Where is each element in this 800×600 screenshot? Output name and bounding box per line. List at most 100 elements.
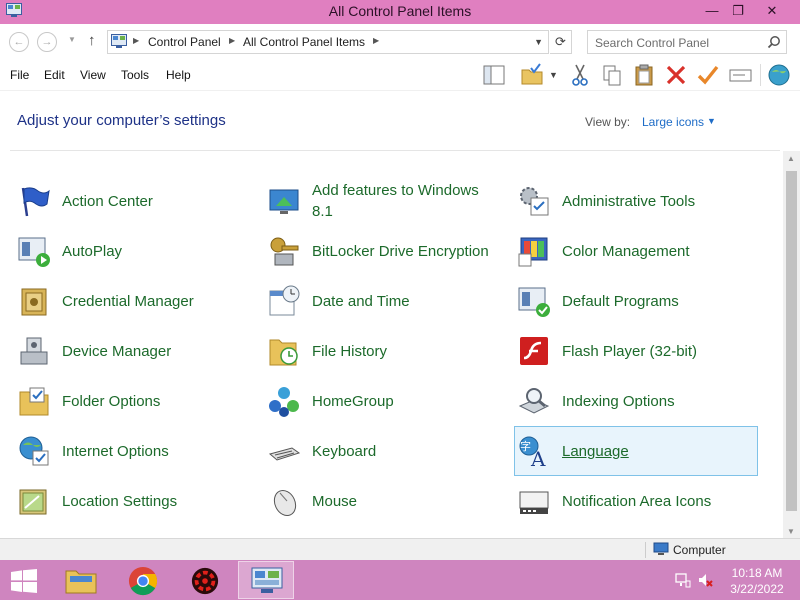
item-mouse[interactable]: Mouse [267, 479, 507, 523]
copy-icon[interactable] [599, 62, 625, 88]
taskbar-file-explorer[interactable] [53, 561, 109, 599]
item-date-and-time[interactable]: Date and Time [267, 279, 507, 323]
item-credential-manager[interactable]: Credential Manager [17, 279, 257, 323]
item-label: Credential Manager [62, 293, 194, 310]
breadcrumb-separator[interactable]: ▶ [373, 36, 379, 45]
item-flash-player[interactable]: Flash Player (32-bit) [517, 329, 757, 373]
item-internet-options[interactable]: Internet Options [17, 429, 257, 473]
notification-icon [519, 491, 549, 514]
item-label: Mouse [312, 493, 358, 510]
item-label: Indexing Options [562, 393, 675, 410]
folder-check-icon[interactable] [519, 62, 545, 88]
back-button[interactable]: ← [9, 32, 29, 52]
red-app-icon [191, 567, 219, 595]
item-label: Default Programs [562, 293, 679, 310]
search-box[interactable]: Search Control Panel [587, 30, 787, 54]
maximize-button[interactable]: ❐ [726, 2, 750, 20]
volume-muted-icon[interactable] [697, 572, 713, 588]
breadcrumb-control-panel[interactable]: Control Panel [148, 35, 221, 49]
item-label: HomeGroup [312, 393, 394, 410]
forward-button[interactable]: → [37, 32, 57, 52]
address-history-dropdown[interactable]: ▼ [534, 37, 543, 47]
chevron-down-icon[interactable]: ▼ [707, 116, 716, 126]
item-label: Flash Player (32-bit) [562, 343, 698, 360]
item-bitlocker[interactable]: BitLocker Drive Encryption [267, 229, 507, 273]
item-administrative-tools[interactable]: Administrative Tools [517, 179, 757, 223]
cut-icon[interactable] [567, 62, 593, 88]
item-color-management[interactable]: Color Management [517, 229, 757, 273]
flash-player-icon [520, 337, 548, 365]
search-icon[interactable] [767, 35, 781, 49]
refresh-button[interactable]: ⟳ [550, 30, 572, 54]
item-file-history[interactable]: File History [267, 329, 507, 373]
page-title: Adjust your computer’s settings [17, 112, 226, 129]
windows-start-icon[interactable] [10, 569, 38, 593]
taskbar-red-app[interactable] [177, 561, 233, 599]
menu-edit[interactable]: Edit [44, 68, 65, 82]
folder-options-icon [19, 387, 49, 416]
item-notification-area-icons[interactable]: Notification Area Icons [517, 479, 757, 523]
layout-pane-icon[interactable] [481, 62, 507, 88]
window-title: All Control Panel Items [328, 3, 472, 19]
item-label: Date and Time [312, 293, 410, 310]
keyboard-icon [268, 447, 301, 461]
title-bar: All Control Panel Items — ❐ ✕ [0, 0, 800, 24]
menu-tools[interactable]: Tools [121, 68, 149, 82]
menu-file[interactable]: File [10, 68, 29, 82]
language-icon: A 字 [519, 436, 546, 468]
item-device-manager[interactable]: Device Manager [17, 329, 257, 373]
item-language[interactable]: A 字 Language [514, 426, 758, 476]
breadcrumb-separator[interactable]: ▶ [229, 36, 235, 45]
address-bar[interactable]: ▶ Control Panel ▶ All Control Panel Item… [107, 30, 549, 54]
scrollbar-thumb[interactable] [786, 171, 797, 511]
menu-bar: File Edit View Tools Help ▼ [0, 60, 800, 90]
close-button[interactable]: ✕ [760, 2, 784, 20]
svg-text:字: 字 [520, 439, 531, 453]
menu-help[interactable]: Help [166, 68, 191, 82]
taskbar-control-panel[interactable] [238, 561, 294, 599]
paste-icon[interactable] [631, 62, 657, 88]
item-keyboard[interactable]: Keyboard [267, 429, 507, 473]
item-label: Location Settings [62, 493, 178, 510]
item-action-center[interactable]: Action Center [17, 179, 257, 223]
content-area: Adjust your computer’s settings View by:… [0, 90, 800, 539]
network-icon[interactable] [675, 572, 691, 588]
vertical-scrollbar[interactable]: ▲ ▼ [783, 151, 800, 539]
item-default-programs[interactable]: Default Programs [517, 279, 757, 323]
location-icon [19, 489, 47, 515]
item-location-settings[interactable]: Location Settings [17, 479, 257, 523]
item-indexing-options[interactable]: Indexing Options [517, 379, 757, 423]
scroll-up-arrow[interactable]: ▲ [787, 154, 795, 163]
taskbar-chrome[interactable] [115, 561, 171, 599]
item-folder-options[interactable]: Folder Options [17, 379, 257, 423]
view-by-label: View by: [585, 115, 631, 129]
taskbar-clock[interactable]: 10:18 AM 3/22/2022 [722, 565, 792, 597]
item-label: Device Manager [62, 343, 172, 360]
delete-icon[interactable] [663, 62, 689, 88]
up-button[interactable]: ↑ [88, 32, 96, 49]
file-explorer-icon [65, 570, 97, 594]
item-homegroup[interactable]: HomeGroup [267, 379, 507, 423]
recent-locations-dropdown[interactable]: ▼ [68, 35, 76, 44]
view-by-dropdown[interactable]: Large icons [642, 115, 704, 129]
item-label: AutoPlay [62, 243, 123, 260]
checkmark-icon[interactable] [695, 62, 721, 88]
search-input[interactable]: Search Control Panel [595, 36, 709, 50]
file-history-icon [269, 339, 298, 366]
scroll-down-arrow[interactable]: ▼ [787, 527, 795, 536]
menu-view[interactable]: View [80, 68, 106, 82]
views-dropdown[interactable]: ▼ [549, 70, 558, 80]
item-autoplay[interactable]: AutoPlay [17, 229, 257, 273]
internet-options-icon [19, 436, 49, 466]
credential-vault-icon [21, 288, 47, 316]
item-label: Notification Area Icons [562, 493, 712, 510]
clock-time: 10:18 AM [731, 566, 783, 580]
globe-icon[interactable] [766, 62, 792, 88]
control-panel-icon [111, 34, 127, 48]
minimize-button[interactable]: — [700, 2, 724, 20]
rename-icon[interactable] [727, 62, 753, 88]
breadcrumb-separator[interactable]: ▶ [133, 36, 139, 45]
item-add-features[interactable]: Add features to Windows 8.1 [267, 179, 507, 223]
chrome-icon [128, 566, 158, 596]
breadcrumb-all-items[interactable]: All Control Panel Items [243, 35, 365, 49]
